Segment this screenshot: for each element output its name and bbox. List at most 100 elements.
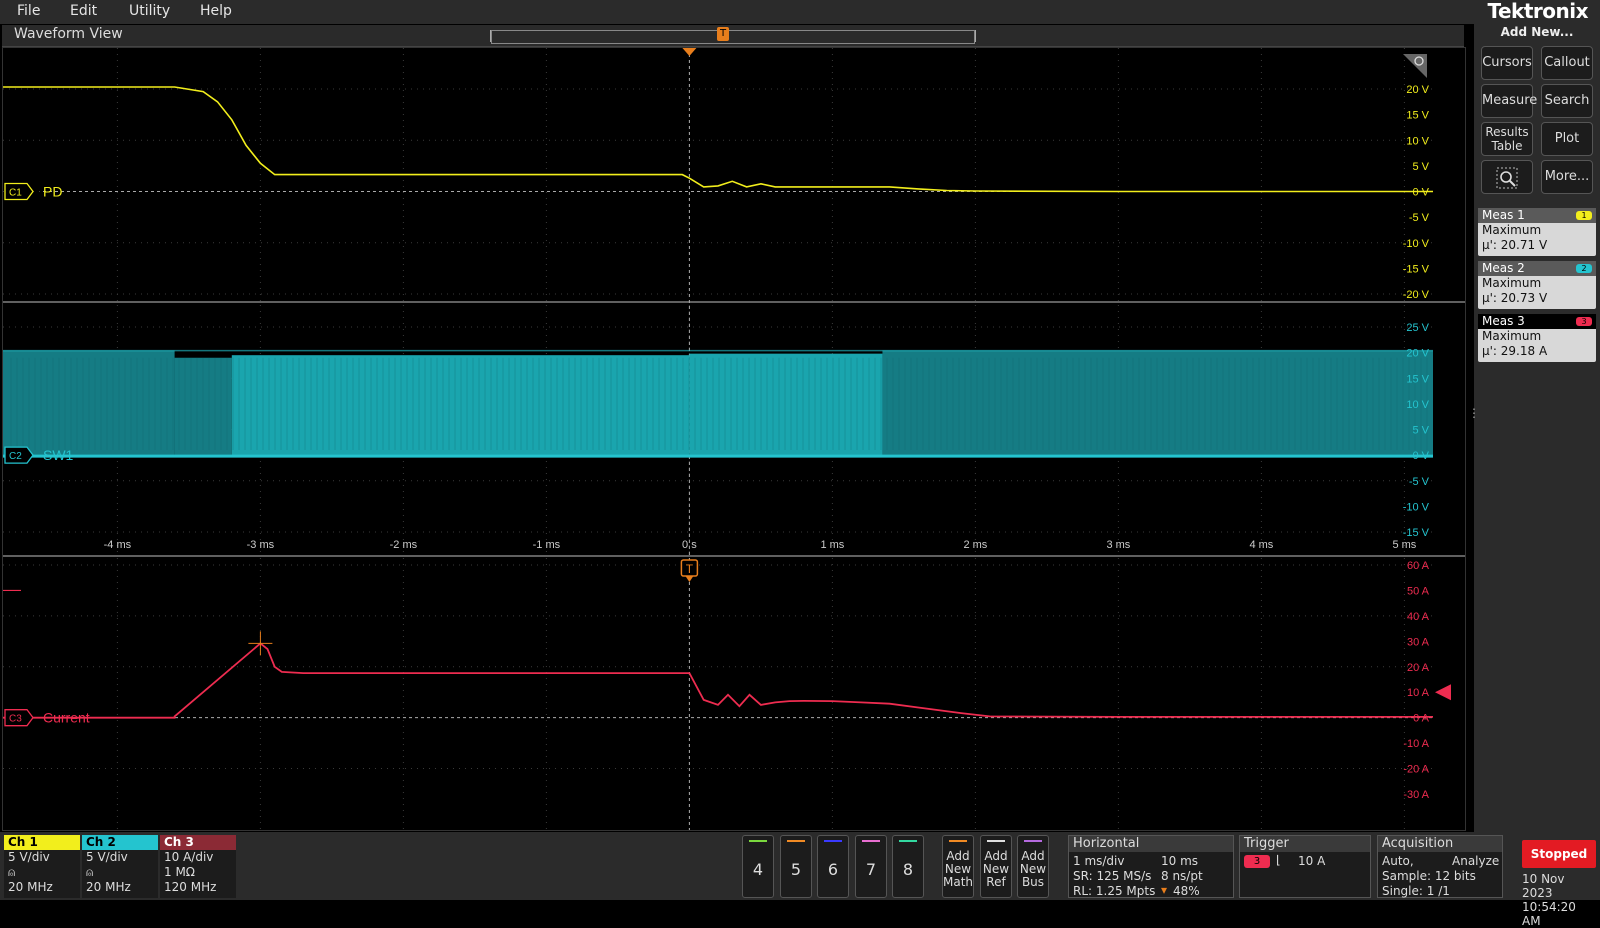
channel-7-label: 7 <box>865 860 877 879</box>
overview-trigger-marker[interactable]: T <box>717 27 729 41</box>
plot-button[interactable]: Plot <box>1541 122 1593 156</box>
channel-7-button[interactable]: 7 <box>855 835 887 898</box>
add-new-bus-label: Add New Bus <box>1019 849 1047 889</box>
menu-edit[interactable]: Edit <box>70 3 97 19</box>
results-table-label: Results Table <box>1485 125 1529 153</box>
horizontal-title: Horizontal <box>1069 836 1233 852</box>
brand-logo: Tektronix <box>1487 0 1588 23</box>
add-new-label: Add New... <box>1500 25 1574 39</box>
time-tick-label: 2 ms <box>963 539 987 551</box>
waveform-plot[interactable]: 20 V 15 V 10 V 5 V 0 V -5 V -10 V -15 V -20 V 25 … <box>2 47 1466 831</box>
c2-tick-label: 10 V <box>1406 399 1429 411</box>
c3-tick-label: 20 A <box>1407 662 1430 674</box>
c3-tick-label: -20 A <box>1403 764 1429 776</box>
ch2-badge[interactable]: Ch 2 5 V/div ⍝ 20 MHz <box>82 835 158 898</box>
ch3-bandwidth: 120 MHz <box>164 880 217 894</box>
meas-1-type: Maximum <box>1482 223 1542 237</box>
meas-3-channel-chip: 3 <box>1576 317 1592 326</box>
c1-tick-label: 5 V <box>1412 161 1429 173</box>
meas-1-channel-chip: 1 <box>1576 211 1592 220</box>
trigger-marker-pointer <box>685 576 694 582</box>
date-time: 10 Nov 2023 10:54:20 AM <box>1522 872 1598 928</box>
acquisition-badge[interactable]: Acquisition Auto, Analyze Sample: 12 bit… <box>1377 835 1503 898</box>
pd-waveform <box>3 86 1433 193</box>
zoom-button[interactable] <box>1481 160 1533 194</box>
time-tick-label: -1 ms <box>533 539 561 551</box>
horizontal-badge[interactable]: Horizontal 1 ms/div 10 ms SR: 125 MS/s 8… <box>1068 835 1234 898</box>
horizontal-scale: 1 ms/div <box>1073 854 1125 868</box>
results-table-button[interactable]: Results Table <box>1481 122 1533 156</box>
channel-5-button[interactable]: 5 <box>780 835 812 898</box>
rising-edge-icon: ⌊ <box>1276 853 1281 867</box>
meas-2-badge[interactable]: Meas 2 2 Maximum µ': 20.73 V <box>1478 261 1596 309</box>
right-control-panel: Add New... Cursors Callout Measure Searc… <box>1468 24 1600 832</box>
horizontal-sample-rate: SR: 125 MS/s <box>1073 869 1152 883</box>
time-tick-label: 5 ms <box>1392 539 1416 551</box>
menu-file[interactable]: File <box>17 3 40 19</box>
c1-tick-label: 20 V <box>1406 84 1429 96</box>
c2-tick-label: 15 V <box>1406 373 1429 385</box>
channel-6-button[interactable]: 6 <box>817 835 849 898</box>
meas-1-badge[interactable]: Meas 1 1 Maximum µ': 20.71 V <box>1478 208 1596 256</box>
trigger-badge[interactable]: Trigger 3 ⌊ 10 A <box>1239 835 1371 898</box>
time-tick-label: 4 ms <box>1249 539 1273 551</box>
ch2-title: Ch 2 <box>82 835 158 850</box>
c3-tag-label: C3 <box>9 714 22 725</box>
c3-tick-label: 30 A <box>1407 636 1430 648</box>
trigger-title: Trigger <box>1240 836 1370 852</box>
horizontal-duration: 10 ms <box>1161 854 1199 868</box>
date-text: 10 Nov 2023 <box>1522 872 1565 900</box>
ch1-badge[interactable]: Ch 1 5 V/div ⍝ 20 MHz <box>4 835 80 898</box>
acquisition-sample: Sample: 12 bits <box>1382 869 1476 883</box>
c1-tick-label: -10 V <box>1403 238 1430 250</box>
c2-tag-label: C2 <box>9 451 22 462</box>
add-new-ref-button[interactable]: Add New Ref <box>980 835 1012 898</box>
c1-tick-label: -15 V <box>1403 263 1430 275</box>
ch3-title: Ch 3 <box>160 835 236 850</box>
c3-tick-label: 50 A <box>1407 585 1430 597</box>
ch1-title: Ch 1 <box>4 835 80 850</box>
record-overview[interactable]: T <box>490 27 976 44</box>
add-new-math-label: Add New Math <box>943 849 974 889</box>
cursors-button[interactable]: Cursors <box>1481 46 1533 80</box>
menu-help[interactable]: Help <box>200 3 232 19</box>
c3-tick-label: 60 A <box>1407 560 1430 572</box>
channel-8-label: 8 <box>902 860 914 879</box>
c2-tick-label: 0 V <box>1412 450 1429 462</box>
meas-3-type: Maximum <box>1482 329 1542 343</box>
trigger-level-arrow[interactable] <box>1435 684 1451 701</box>
meas-3-badge[interactable]: Meas 3 3 Maximum µ': 29.18 A <box>1478 314 1596 362</box>
time-tick-label: 1 ms <box>820 539 844 551</box>
time-tick-label: 0 s <box>682 539 697 551</box>
trigger-position-marker[interactable] <box>682 48 697 56</box>
more-button[interactable]: More... <box>1541 160 1593 194</box>
c3-name-label: Current <box>43 710 90 726</box>
ch3-impedance: 1 MΩ <box>164 865 195 879</box>
channel-4-button[interactable]: 4 <box>742 835 774 898</box>
brand-area: Tektronix <box>1474 0 1600 24</box>
ch3-badge[interactable]: Ch 3 10 A/div 1 MΩ 120 MHz <box>160 835 236 898</box>
ch2-probe-icon: ⍝ <box>86 865 94 879</box>
c1-tag-label: C1 <box>9 188 22 199</box>
menu-bar: File Edit Utility Help <box>0 0 1474 24</box>
meas-1-title: Meas 1 <box>1482 208 1525 222</box>
c3-tick-label: 40 A <box>1407 611 1430 623</box>
add-new-math-button[interactable]: Add New Math <box>942 835 974 898</box>
record-view-window[interactable] <box>491 30 975 44</box>
run-status-button[interactable]: Stopped <box>1522 840 1596 868</box>
trigger-source-chip: 3 <box>1244 855 1270 868</box>
add-new-bus-button[interactable]: Add New Bus <box>1017 835 1049 898</box>
acquisition-action: Analyze <box>1452 854 1500 868</box>
add-new-ref-label: Add New Ref <box>982 849 1010 889</box>
measure-button[interactable]: Measure <box>1481 84 1537 118</box>
channel-6-label: 6 <box>827 860 839 879</box>
panel-drag-handle[interactable]: ⋮ <box>1468 407 1480 430</box>
callout-button[interactable]: Callout <box>1541 46 1593 80</box>
zoom-corner-icon[interactable] <box>1403 54 1427 78</box>
channel-8-button[interactable]: 8 <box>892 835 924 898</box>
search-button[interactable]: Search <box>1541 84 1593 118</box>
c1-name-label: PD <box>43 184 62 200</box>
c1-tick-label: 10 V <box>1406 135 1429 147</box>
acquisition-title: Acquisition <box>1378 836 1502 852</box>
menu-utility[interactable]: Utility <box>129 3 170 19</box>
